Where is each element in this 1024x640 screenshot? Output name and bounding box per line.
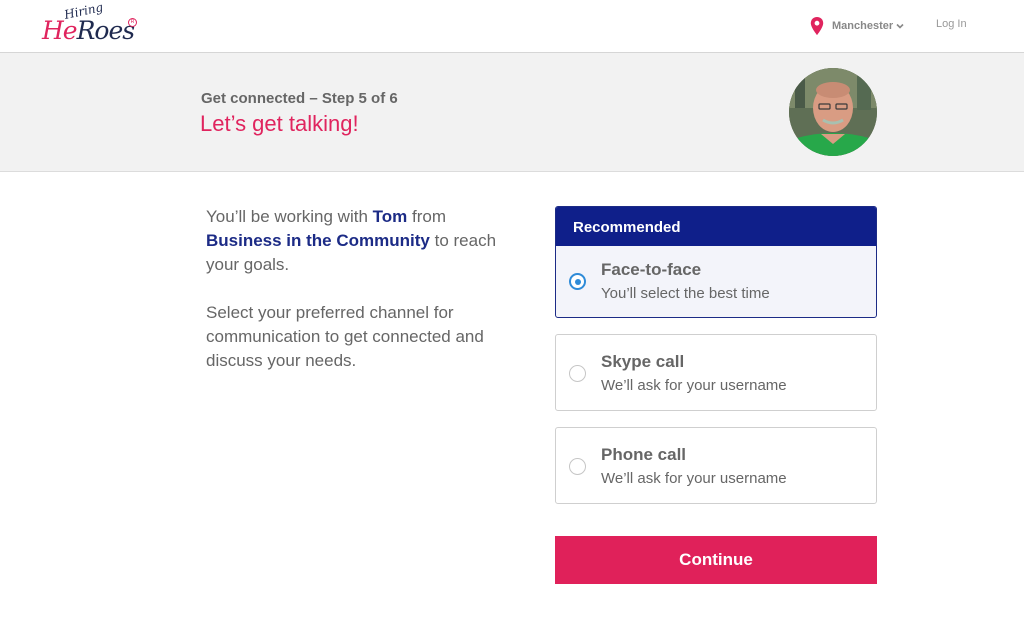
advisor-avatar [789,68,877,156]
continue-button[interactable]: Continue [555,536,877,584]
login-link[interactable]: Log In [936,18,967,30]
location-selector[interactable]: Manchester [810,16,904,36]
advisor-photo [789,68,877,156]
phone-call-radio[interactable] [569,458,586,475]
recommended-header: Recommended [556,207,876,246]
intro-text: You’ll be working with Tom from Business… [206,205,516,373]
face-to-face-radio[interactable] [569,273,586,290]
option-phone-call[interactable]: Phone call We’ll ask for your username [555,427,877,504]
registered-mark: R [128,18,137,27]
skype-call-radio[interactable] [569,365,586,382]
option-title: Face-to-face [601,260,702,279]
option-skype-call[interactable]: Skype call We’ll ask for your username [555,334,877,411]
intro-paragraph: You’ll be working with Tom from Business… [206,207,497,274]
top-navigation-bar: Hiring HeRoes R Manchester Log In [0,0,1024,53]
option-subtitle: We’ll ask for your username [601,470,787,487]
location-label: Manchester [832,20,894,32]
option-title: Skype call [601,352,685,371]
option-subtitle: We’ll ask for your username [601,377,787,394]
location-pin-icon [810,17,824,35]
step-indicator: Get connected – Step 5 of 6 [201,90,398,107]
option-subtitle: You’ll select the best time [601,285,770,302]
organization-name: Business in the Community [206,231,430,250]
channel-options: Recommended Face-to-face You’ll select t… [555,206,877,504]
instructions-paragraph: Select your preferred channel for commun… [206,303,484,370]
logo-main-text: HeRoes [42,16,135,45]
step-banner: Get connected – Step 5 of 6 Let’s get ta… [0,53,1024,172]
option-title: Phone call [601,445,687,464]
page-title: Let’s get talking! [200,111,359,136]
advisor-name: Tom [372,207,408,226]
chevron-down-icon [896,23,904,29]
option-face-to-face[interactable]: Face-to-face You’ll select the best time [556,246,876,317]
hiring-heroes-logo[interactable]: Hiring HeRoes R [40,0,140,50]
recommended-option-card[interactable]: Recommended Face-to-face You’ll select t… [555,206,877,318]
